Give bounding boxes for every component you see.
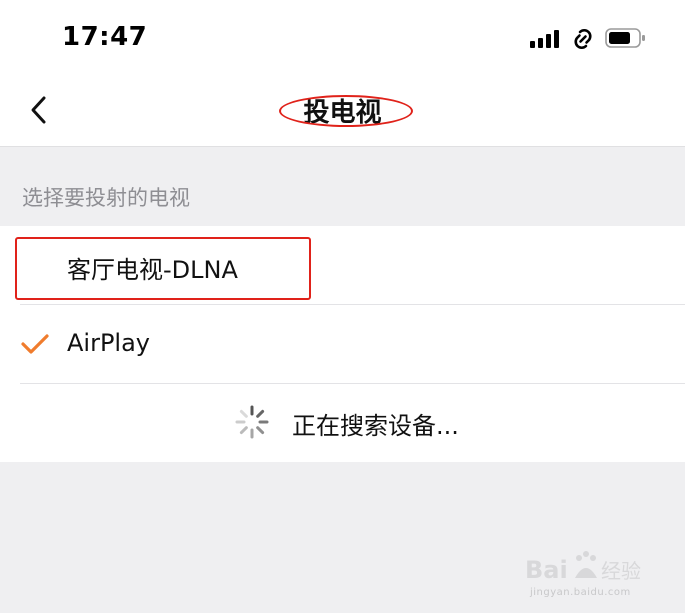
svg-text:Bai: Bai	[525, 556, 568, 584]
device-highlight-box	[15, 237, 311, 300]
watermark-url: jingyan.baidu.com	[530, 587, 631, 598]
status-bar: 17:47	[0, 0, 685, 74]
status-time: 17:47	[62, 22, 148, 52]
loading-spinner-icon	[234, 404, 270, 440]
svg-text:经验: 经验	[601, 559, 641, 583]
checkmark-icon	[20, 333, 50, 355]
device-list: 客厅电视-DLNA AirPlay 正在搜索设备...	[0, 226, 685, 462]
searching-label: 正在搜索设备...	[292, 412, 459, 440]
title-highlight-ellipse	[279, 95, 413, 127]
cellular-signal-icon	[530, 30, 562, 48]
device-label: AirPlay	[67, 329, 151, 357]
battery-icon	[605, 28, 645, 48]
navigation-bar: 投电视	[0, 74, 685, 147]
searching-indicator: 正在搜索设备...	[0, 384, 685, 462]
personal-hotspot-icon	[570, 26, 596, 52]
device-item-dlna[interactable]: 客厅电视-DLNA	[0, 226, 685, 305]
section-header: 选择要投射的电视	[22, 186, 190, 210]
device-item-airplay[interactable]: AirPlay	[0, 305, 685, 384]
